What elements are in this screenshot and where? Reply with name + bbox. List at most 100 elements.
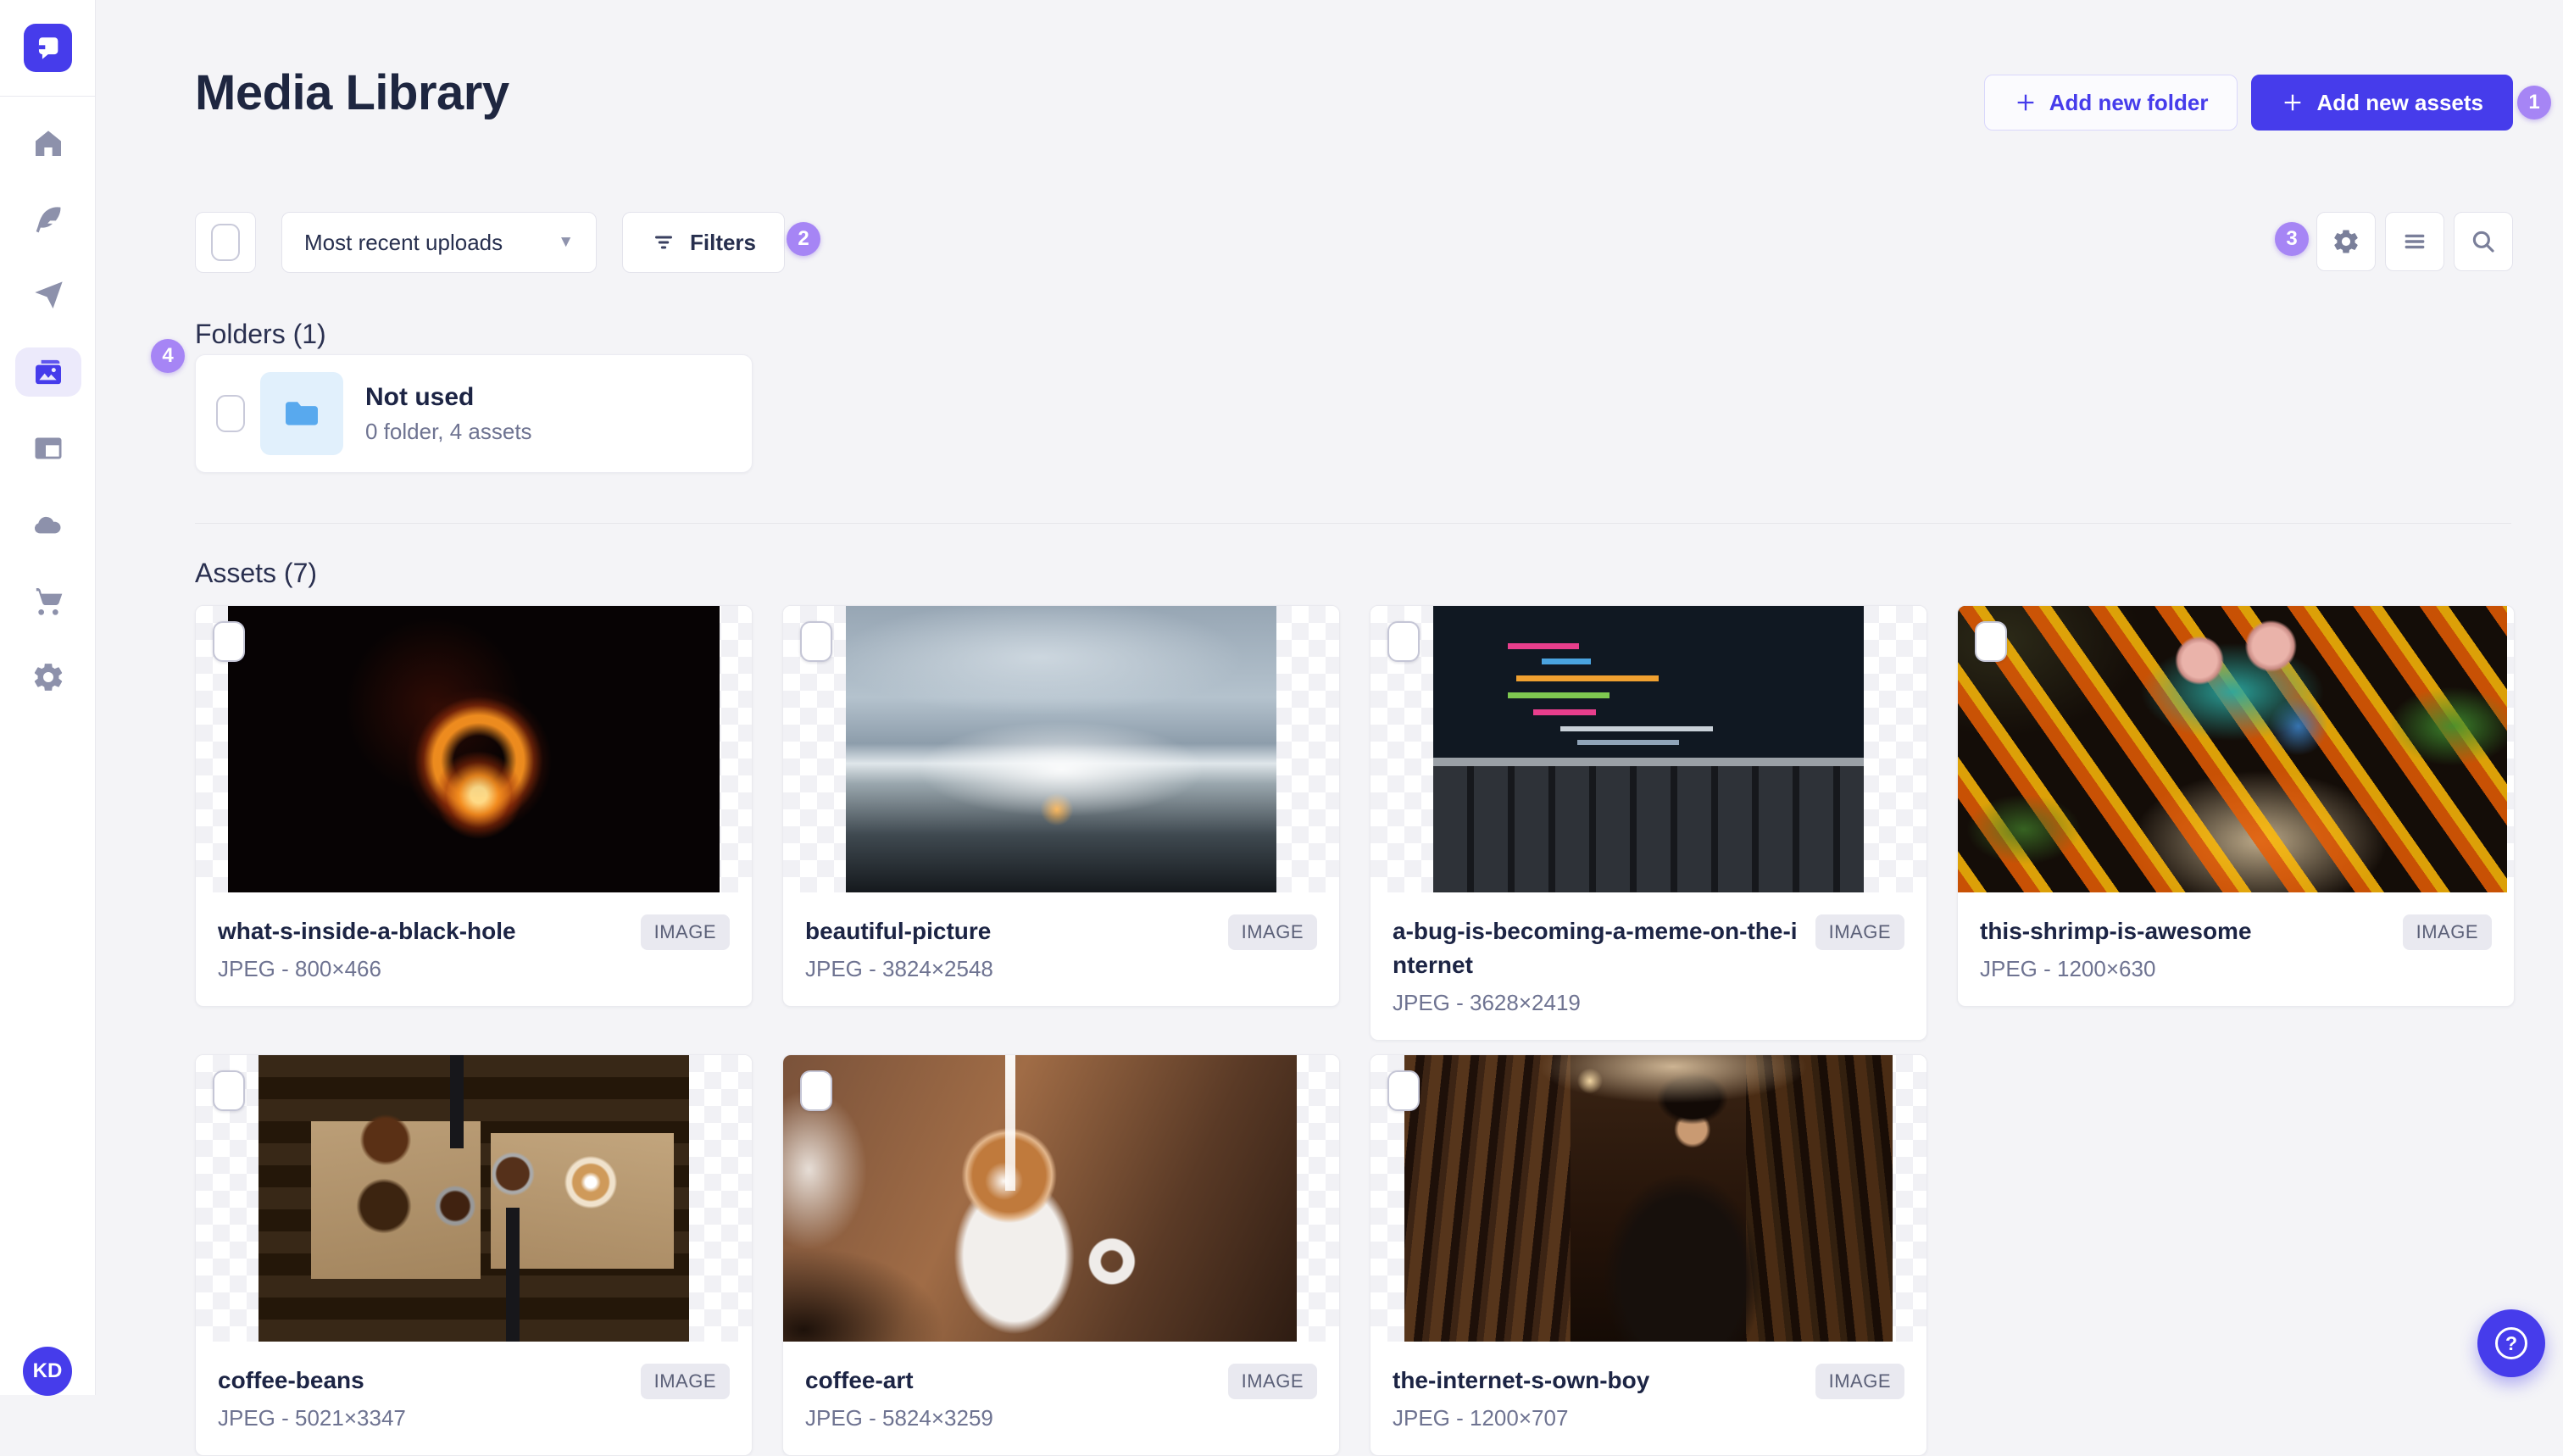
asset-name: beautiful-picture: [805, 918, 992, 944]
sort-dropdown[interactable]: Most recent uploads ▼: [281, 212, 597, 273]
asset-thumbnail[interactable]: [1370, 1055, 1926, 1342]
asset-info: what-s-inside-a-black-hole JPEG - 800×46…: [196, 892, 752, 1006]
asset-name: coffee-art: [805, 1367, 914, 1393]
asset-type-badge: IMAGE: [1227, 1364, 1317, 1399]
sidebar-item-content[interactable]: [15, 195, 81, 244]
add-new-assets-button[interactable]: Add new assets: [2251, 75, 2513, 131]
add-new-assets-label: Add new assets: [2316, 89, 2483, 115]
asset-checkbox[interactable]: [213, 1070, 245, 1111]
sidebar-item-settings[interactable]: [15, 653, 81, 702]
asset-checkbox[interactable]: [1975, 621, 2007, 662]
asset-meta: JPEG - 3628×2419: [1393, 990, 1581, 1015]
search-icon: [2472, 231, 2494, 253]
asset-name: the-internet-s-own-boy: [1393, 1367, 1650, 1393]
app-logo[interactable]: [24, 24, 72, 72]
help-button[interactable]: ?: [2477, 1309, 2545, 1377]
asset-card-coffee-beans[interactable]: coffee-beans JPEG - 5021×3347 IMAGE: [195, 1054, 753, 1456]
asset-thumbnail[interactable]: [783, 1055, 1339, 1342]
list-view-button[interactable]: [2385, 212, 2444, 271]
asset-type-badge: IMAGE: [640, 914, 730, 950]
folders-heading: Folders (1): [195, 319, 326, 349]
asset-card-internet-boy[interactable]: the-internet-s-own-boy JPEG - 1200×707 I…: [1370, 1054, 1927, 1456]
sort-dropdown-value: Most recent uploads: [304, 229, 503, 255]
sidebar-item-home[interactable]: [15, 119, 81, 168]
sidebar: KD: [0, 0, 96, 1396]
asset-meta: JPEG - 3824×2548: [805, 956, 993, 981]
asset-image-mountains: [846, 606, 1276, 892]
asset-meta: JPEG - 1200×630: [1980, 956, 2156, 981]
search-button[interactable]: [2454, 212, 2513, 271]
folder-card-not-used[interactable]: Not used 0 folder, 4 assets: [195, 354, 753, 473]
paper-plane-icon: [34, 281, 63, 308]
folder-name: Not used: [365, 382, 475, 411]
filter-icon: [654, 236, 672, 249]
folder-checkbox[interactable]: [216, 395, 245, 432]
asset-info: coffee-art JPEG - 5824×3259 IMAGE: [783, 1342, 1339, 1455]
folder-meta: 0 folder, 4 assets: [365, 418, 532, 444]
asset-card-beautiful-picture[interactable]: beautiful-picture JPEG - 3824×2548 IMAGE: [782, 605, 1340, 1007]
filters-label: Filters: [689, 229, 757, 255]
checkbox: [211, 224, 240, 261]
sidebar-item-datasources[interactable]: [15, 500, 81, 549]
asset-image-coffee-art: [783, 1055, 1297, 1342]
page-title: Media Library: [195, 65, 509, 120]
asset-type-badge: IMAGE: [640, 1364, 730, 1399]
user-avatar[interactable]: KD: [23, 1347, 72, 1396]
sidebar-item-publish[interactable]: [15, 271, 81, 320]
asset-card-black-hole[interactable]: what-s-inside-a-black-hole JPEG - 800×46…: [195, 605, 753, 1007]
asset-checkbox[interactable]: [1387, 621, 1420, 662]
list-icon: [2405, 234, 2425, 249]
asset-checkbox[interactable]: [1387, 1070, 1420, 1111]
folder-icon: [286, 402, 318, 425]
asset-thumbnail[interactable]: [1958, 606, 2514, 892]
asset-info: beautiful-picture JPEG - 3824×2548 IMAGE: [783, 892, 1339, 1006]
assets-row-2: coffee-beans JPEG - 5021×3347 IMAGE coff…: [195, 1054, 2515, 1456]
layout-icon: [35, 437, 61, 459]
assets-heading: Assets (7): [195, 558, 318, 588]
sidebar-item-commerce[interactable]: [15, 576, 81, 625]
asset-card-bug-meme[interactable]: a-bug-is-becoming-a-meme-on-the-internet…: [1370, 605, 1927, 1041]
asset-type-badge: IMAGE: [1815, 914, 1904, 950]
add-new-folder-label: Add new folder: [2049, 89, 2209, 115]
asset-card-coffee-art[interactable]: coffee-art JPEG - 5824×3259 IMAGE: [782, 1054, 1340, 1456]
assets-grid: what-s-inside-a-black-hole JPEG - 800×46…: [195, 605, 2515, 1456]
select-all-checkbox[interactable]: [195, 212, 256, 273]
asset-thumbnail[interactable]: [196, 606, 752, 892]
home-icon: [35, 131, 61, 156]
asset-info: this-shrimp-is-awesome JPEG - 1200×630 I…: [1958, 892, 2514, 1006]
plus-icon: [2017, 94, 2034, 111]
add-new-folder-button[interactable]: Add new folder: [1983, 75, 2238, 131]
display-settings-button[interactable]: [2316, 212, 2376, 271]
asset-name: coffee-beans: [218, 1367, 364, 1393]
annotation-badge-4: 4: [151, 339, 185, 373]
images-icon: [35, 359, 61, 385]
asset-image-black-hole: [228, 606, 720, 892]
asset-name: this-shrimp-is-awesome: [1980, 918, 2252, 944]
annotation-badge-1: 1: [2517, 86, 2551, 119]
section-divider: [195, 523, 2511, 524]
asset-meta: JPEG - 5021×3347: [218, 1405, 406, 1431]
sidebar-nav: [0, 119, 96, 729]
chevron-down-icon: ▼: [558, 233, 574, 251]
asset-thumbnail[interactable]: [783, 606, 1339, 892]
sidebar-item-media-library[interactable]: [14, 347, 81, 397]
sidebar-divider: [0, 96, 96, 97]
folder-info: Not used 0 folder, 4 assets: [365, 383, 532, 445]
cart-icon: [36, 588, 62, 615]
asset-checkbox[interactable]: [213, 621, 245, 662]
asset-checkbox[interactable]: [800, 621, 832, 662]
feather-icon: [36, 207, 60, 233]
filters-button[interactable]: Filters: [622, 212, 785, 273]
asset-meta: JPEG - 1200×707: [1393, 1405, 1569, 1431]
sidebar-item-blocks[interactable]: [15, 424, 81, 473]
asset-card-shrimp[interactable]: this-shrimp-is-awesome JPEG - 1200×630 I…: [1957, 605, 2515, 1007]
folder-tile: [260, 372, 343, 455]
gear-icon: [34, 664, 62, 691]
assets-row-1: what-s-inside-a-black-hole JPEG - 800×46…: [195, 605, 2515, 1041]
asset-name: a-bug-is-becoming-a-meme-on-the-internet: [1393, 918, 1798, 978]
toolbar: Most recent uploads ▼ Filters: [195, 212, 2513, 273]
asset-thumbnail[interactable]: [1370, 606, 1926, 892]
asset-thumbnail[interactable]: [196, 1055, 752, 1342]
asset-checkbox[interactable]: [800, 1070, 832, 1111]
asset-image-library-portrait: [1404, 1055, 1893, 1342]
